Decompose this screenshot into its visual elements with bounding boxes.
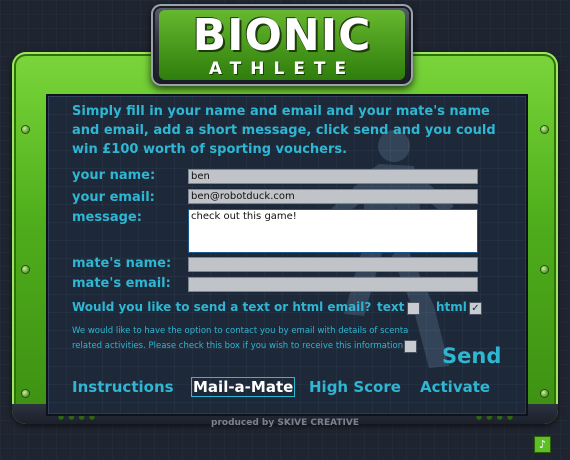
music-note-icon: ♪ <box>538 438 547 451</box>
send-button[interactable]: Send <box>442 344 501 368</box>
logo-title: BIONIC <box>192 10 372 61</box>
message-input[interactable]: check out this game! <box>188 209 478 253</box>
your-name-input[interactable] <box>188 169 478 184</box>
html-format-checkbox[interactable]: ✓ <box>469 302 482 315</box>
nav-instructions[interactable]: Instructions <box>72 378 174 396</box>
checkmark-icon: ✓ <box>471 303 480 314</box>
text-format-label: text <box>377 300 405 314</box>
frame-highlight <box>426 62 546 65</box>
mail-a-mate-panel: Simply fill in your name and email and y… <box>46 94 528 416</box>
nav-high-score[interactable]: High Score <box>309 378 401 396</box>
rivet <box>541 266 548 273</box>
optin-checkbox[interactable] <box>404 340 417 353</box>
rivet <box>22 390 29 397</box>
logo: BIONIC ATHLETE <box>151 4 413 86</box>
music-toggle-button[interactable]: ♪ <box>534 436 551 453</box>
mates-email-label: mate's email: <box>72 276 171 291</box>
mates-name-label: mate's name: <box>72 256 172 271</box>
message-label: message: <box>72 210 142 225</box>
logo-subtitle: ATHLETE <box>208 59 356 79</box>
intro-text: Simply fill in your name and email and y… <box>72 104 496 157</box>
rivet <box>541 126 548 133</box>
text-format-checkbox[interactable] <box>407 302 420 315</box>
frame-highlight <box>24 62 144 65</box>
footer-credit: produced by SKIVE CREATIVE <box>211 418 359 428</box>
your-email-label: your email: <box>72 190 155 205</box>
rivet <box>22 126 29 133</box>
your-name-label: your name: <box>72 168 156 183</box>
rivet <box>22 266 29 273</box>
mates-name-input[interactable] <box>188 257 478 272</box>
nav-activate[interactable]: Activate <box>420 378 490 396</box>
html-format-label: html <box>436 300 467 314</box>
optin-text: We would like to have the option to cont… <box>72 326 409 351</box>
mates-email-input[interactable] <box>188 277 478 292</box>
rivet <box>541 390 548 397</box>
your-email-input[interactable] <box>188 189 478 204</box>
email-format-question: Would you like to send a text or html em… <box>72 300 372 314</box>
logo-plate: BIONIC ATHLETE <box>159 10 405 80</box>
nav-mail-a-mate[interactable]: Mail-a-Mate <box>191 377 296 397</box>
